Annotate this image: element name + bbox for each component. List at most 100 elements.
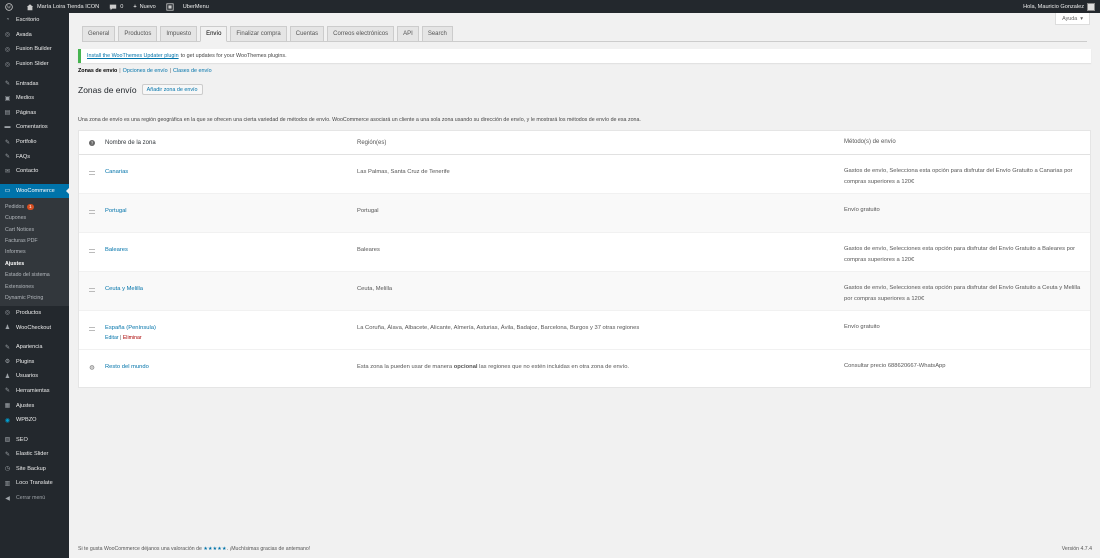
zone-methods: Gastos de envío, Selecciones esta opción…: [844, 246, 1076, 263]
subnav-zonas[interactable]: Zonas de envío: [78, 68, 117, 74]
menu-label: Páginas: [16, 109, 37, 116]
menu-elastic-slider[interactable]: ✎ Elastic Slider: [0, 447, 69, 462]
drag-handle-icon[interactable]: [89, 327, 95, 331]
submenu-estado[interactable]: Estado del sistema: [0, 269, 69, 280]
menu-wpbzo[interactable]: ◉ WPBZO: [0, 413, 69, 428]
tab-envio[interactable]: Envío: [200, 26, 228, 42]
menu-fusion-builder[interactable]: ◎ Fusion Builder: [0, 42, 69, 57]
drag-handle-icon[interactable]: [89, 210, 95, 214]
tab-productos[interactable]: Productos: [118, 26, 158, 41]
submenu-extensiones[interactable]: Extensiones: [0, 281, 69, 292]
page-title: Zonas de envío: [78, 84, 137, 95]
menu-label: Apariencia: [16, 344, 43, 351]
header-methods: Método(s) de envío: [844, 139, 896, 146]
submenu-informes[interactable]: Informes: [0, 247, 69, 258]
menu-site-backup[interactable]: ◷ Site Backup: [0, 462, 69, 477]
zone-name-link[interactable]: Baleares: [105, 247, 128, 253]
globe-icon: ◍: [89, 365, 95, 371]
tab-search[interactable]: Search: [421, 26, 453, 41]
subnav-opciones[interactable]: Opciones de envío: [123, 68, 168, 74]
delete-zone-link[interactable]: Eliminar: [123, 335, 142, 341]
submenu-cart-notices[interactable]: Cart Notices: [0, 224, 69, 235]
install-updater-link[interactable]: Install the WooThemes Updater plugin: [87, 53, 179, 59]
site-name-link[interactable]: María Loira Tienda ICON: [21, 0, 104, 13]
tab-finalizar-compra[interactable]: Finalizar compra: [230, 26, 287, 41]
tab-correos[interactable]: Correos electrónicos: [327, 26, 395, 41]
submenu-pedidos[interactable]: Pedidos 1: [0, 201, 69, 212]
seo-icon: ▧: [4, 437, 11, 444]
avatar: [1087, 2, 1095, 11]
submenu-label: Facturas PDF: [5, 237, 38, 244]
menu-label: WooCheckout: [16, 324, 52, 331]
fusion-icon: ◎: [4, 46, 11, 53]
zone-name-link[interactable]: España (Península): [105, 325, 156, 331]
menu-comentarios[interactable]: ▬ Comentarios: [0, 120, 69, 135]
tab-general[interactable]: General: [82, 26, 116, 41]
submenu-facturas[interactable]: Facturas PDF: [0, 235, 69, 246]
zone-name-link[interactable]: Resto del mundo: [105, 364, 149, 370]
menu-fusion-slider[interactable]: ◎ Fusion Slider: [0, 57, 69, 72]
menu-usuarios[interactable]: ♟ Usuarios: [0, 369, 69, 384]
menu-label: Fusion Slider: [16, 61, 49, 68]
zone-name-link[interactable]: Ceuta y Melilla: [105, 286, 143, 292]
menu-loco-translate[interactable]: ▥ Loco Translate: [0, 476, 69, 491]
backup-icon: ◷: [4, 466, 11, 473]
tab-impuesto[interactable]: Impuesto: [160, 26, 198, 41]
menu-ajustes[interactable]: ▦ Ajustes: [0, 398, 69, 413]
rating-stars-link[interactable]: ★★★★★: [203, 546, 226, 552]
table-row: Canarias Las Palmas, Santa Cruz de Tener…: [79, 155, 1090, 194]
submenu-dynamic-pricing[interactable]: Dynamic Pricing: [0, 292, 69, 303]
comments-link[interactable]: 0: [104, 0, 128, 13]
menu-contacto[interactable]: ✉ Contacto: [0, 164, 69, 179]
menu-apariencia[interactable]: ✎ Apariencia: [0, 340, 69, 355]
menu-plugins[interactable]: ⚙ Plugins: [0, 354, 69, 369]
subnav-clases[interactable]: Clases de envío: [173, 68, 212, 74]
menu-productos[interactable]: ◎ Productos: [0, 306, 69, 321]
help-icon[interactable]: ?: [79, 139, 105, 146]
submenu-label: Cart Notices: [5, 226, 35, 233]
menu-entradas[interactable]: ✎ Entradas: [0, 76, 69, 91]
zone-methods: Envío gratuito: [844, 207, 880, 213]
zones-heading-row: Zonas de envío Añadir zona de envío: [78, 84, 203, 95]
menu-portfolio[interactable]: ✎ Portfolio: [0, 135, 69, 150]
menu-avada[interactable]: ◎ Avada: [0, 28, 69, 43]
version-label: Versión 4.7.4: [1061, 546, 1092, 552]
menu-herramientas[interactable]: ✎ Herramientas: [0, 384, 69, 399]
menu-seo[interactable]: ▧ SEO: [0, 432, 69, 447]
drag-handle-icon[interactable]: [89, 171, 95, 175]
menu-escritorio[interactable]: ◔ Escritorio: [0, 13, 69, 28]
plugin-icon: ⚙: [4, 359, 11, 366]
my-account-link[interactable]: Hola, Mauricio Gonzalez: [1018, 0, 1100, 13]
footer-suffix: . ¡Muchísimas gracias de antemano!: [226, 546, 311, 552]
drag-handle-icon[interactable]: [89, 249, 95, 253]
checkout-icon: ♟: [4, 325, 11, 332]
menu-woocommerce[interactable]: ▭ WooCommerce: [0, 183, 69, 199]
translate-icon: ▥: [4, 480, 11, 487]
tab-api[interactable]: API: [397, 26, 419, 41]
menu-label: Entradas: [16, 80, 39, 87]
add-zone-button[interactable]: Añadir zona de envío: [141, 84, 203, 95]
footer-rating: Si te gusta WooCommerce déjanos una valo…: [78, 546, 310, 552]
menu-faqs[interactable]: ✎ FAQs: [0, 149, 69, 164]
new-content-link[interactable]: + Nuevo: [128, 0, 160, 13]
svg-text:W: W: [7, 4, 12, 9]
table-row: Ceuta y Melilla Ceuta, Melilla Gastos de…: [79, 272, 1090, 311]
avada-icon: ◎: [4, 32, 11, 39]
menu-medios[interactable]: ▣ Medios: [0, 91, 69, 106]
zone-name-link[interactable]: Canarias: [105, 169, 128, 175]
help-tab-button[interactable]: Ayuda ▾: [1055, 13, 1090, 25]
collapse-menu-button[interactable]: ◀ Cerrar menú: [0, 491, 69, 506]
submenu-ajustes[interactable]: Ajustes: [0, 258, 69, 269]
ubermenu-link[interactable]: UberMenu: [161, 0, 214, 13]
edit-zone-link[interactable]: Editar: [105, 335, 119, 341]
tab-cuentas[interactable]: Cuentas: [289, 26, 325, 41]
woocommerce-icon: ▭: [4, 188, 11, 195]
drag-handle-icon[interactable]: [89, 288, 95, 292]
zone-name-link[interactable]: Portugal: [105, 208, 127, 214]
menu-label: Contacto: [16, 168, 39, 175]
wp-logo-icon[interactable]: W: [0, 0, 21, 13]
menu-woocheckout[interactable]: ♟ WooCheckout: [0, 320, 69, 335]
menu-paginas[interactable]: ▤ Páginas: [0, 106, 69, 121]
submenu-cupones[interactable]: Cupones: [0, 213, 69, 224]
updater-notice: Install the WooThemes Updater plugin to …: [78, 49, 1091, 63]
